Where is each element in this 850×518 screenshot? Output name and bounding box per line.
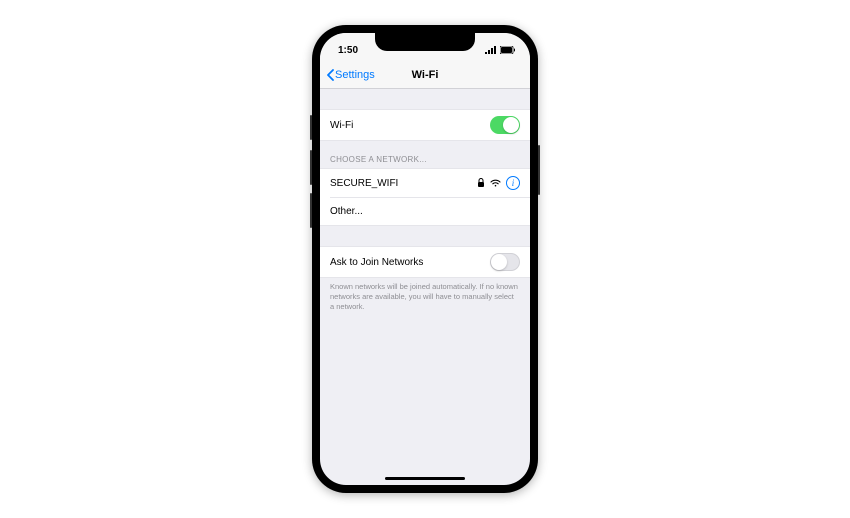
info-icon[interactable]: i xyxy=(506,176,520,190)
chevron-left-icon xyxy=(326,69,334,81)
battery-icon xyxy=(500,46,516,54)
phone-volume-up xyxy=(310,150,312,185)
networks-group: SECURE_WIFI i Other... xyxy=(320,168,530,226)
ask-join-footer: Known networks will be joined automatica… xyxy=(320,278,530,315)
wifi-switch[interactable] xyxy=(490,116,520,134)
nav-bar: Settings Wi-Fi xyxy=(320,61,530,89)
page-title: Wi-Fi xyxy=(412,69,439,81)
notch xyxy=(375,33,475,51)
back-label: Settings xyxy=(335,69,375,81)
cellular-icon xyxy=(485,46,497,54)
lock-icon xyxy=(477,178,485,188)
status-time: 1:50 xyxy=(338,45,358,56)
network-name: SECURE_WIFI xyxy=(330,178,398,189)
wifi-toggle-row[interactable]: Wi-Fi xyxy=(320,110,530,140)
home-indicator[interactable] xyxy=(385,477,465,480)
other-network-row[interactable]: Other... xyxy=(320,197,530,225)
phone-side-button xyxy=(538,145,540,195)
ask-join-label: Ask to Join Networks xyxy=(330,257,423,268)
switch-knob xyxy=(503,117,519,133)
status-indicators xyxy=(485,46,516,54)
screen: 1:50 Settings Wi-Fi xyxy=(320,33,530,485)
wifi-toggle-label: Wi-Fi xyxy=(330,120,353,131)
phone-volume-down xyxy=(310,193,312,228)
choose-network-header: CHOOSE A NETWORK... xyxy=(320,141,530,168)
ask-join-switch[interactable] xyxy=(490,253,520,271)
ask-join-group: Ask to Join Networks xyxy=(320,246,530,278)
switch-knob xyxy=(491,254,507,270)
content: Wi-Fi CHOOSE A NETWORK... SECURE_WIFI xyxy=(320,89,530,315)
phone-frame: 1:50 Settings Wi-Fi xyxy=(312,25,538,493)
other-network-label: Other... xyxy=(330,206,363,217)
network-row[interactable]: SECURE_WIFI i xyxy=(320,169,530,197)
wifi-icon xyxy=(490,179,501,187)
back-button[interactable]: Settings xyxy=(326,69,375,81)
network-icons: i xyxy=(477,176,520,190)
phone-mute-switch xyxy=(310,115,312,140)
ask-join-row[interactable]: Ask to Join Networks xyxy=(320,247,530,277)
wifi-toggle-group: Wi-Fi xyxy=(320,109,530,141)
